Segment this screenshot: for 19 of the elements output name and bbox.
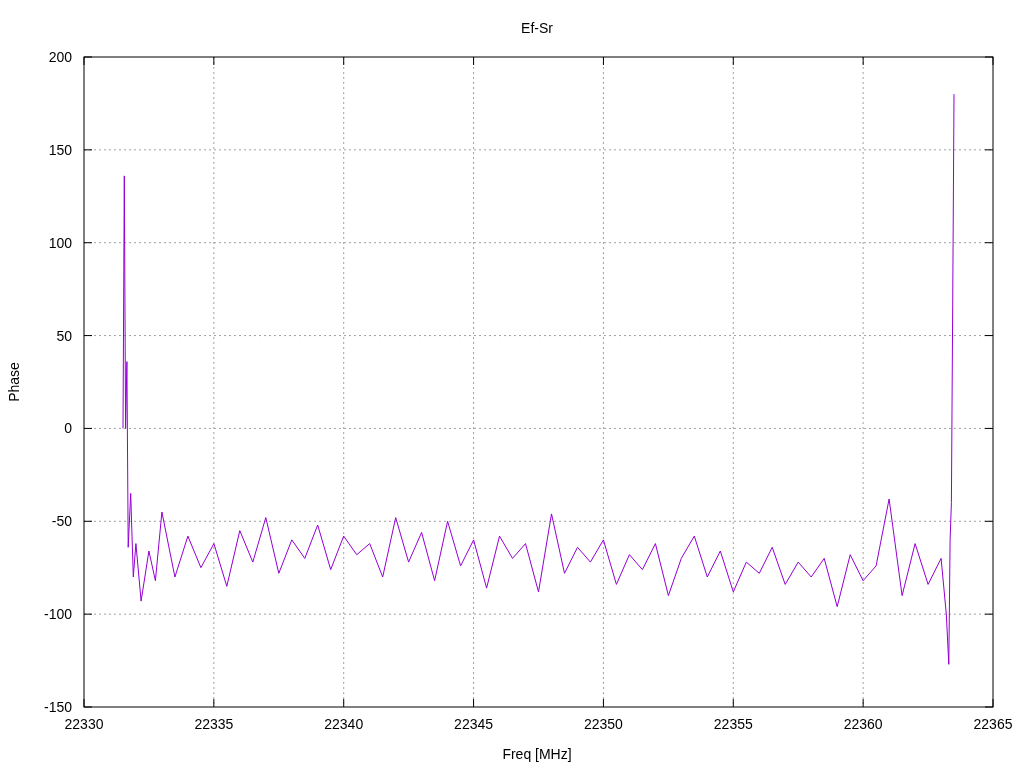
chart-title: Ef-Sr [521, 20, 553, 36]
tick-label: 22360 [843, 716, 883, 732]
tick-label: -50 [51, 513, 72, 530]
tick-label: 22345 [454, 716, 494, 732]
tick-label: 100 [48, 234, 72, 251]
tick-label: 22335 [194, 716, 234, 732]
tick-label: 22365 [973, 716, 1013, 732]
tick-label: 200 [48, 49, 72, 65]
tick-label: 50 [56, 327, 72, 344]
axis-label: Phase [6, 362, 22, 402]
tick-label: 22350 [583, 716, 623, 732]
tick-label: -100 [43, 606, 72, 623]
tick-label: 150 [48, 141, 72, 158]
axis-label: Freq [MHz] [502, 746, 572, 762]
tick-label: 22340 [324, 716, 364, 732]
tick-label: 22330 [64, 716, 104, 732]
tick-label: 0 [64, 420, 72, 437]
tick-label: -150 [43, 699, 72, 715]
tick-label: 22355 [713, 716, 753, 732]
